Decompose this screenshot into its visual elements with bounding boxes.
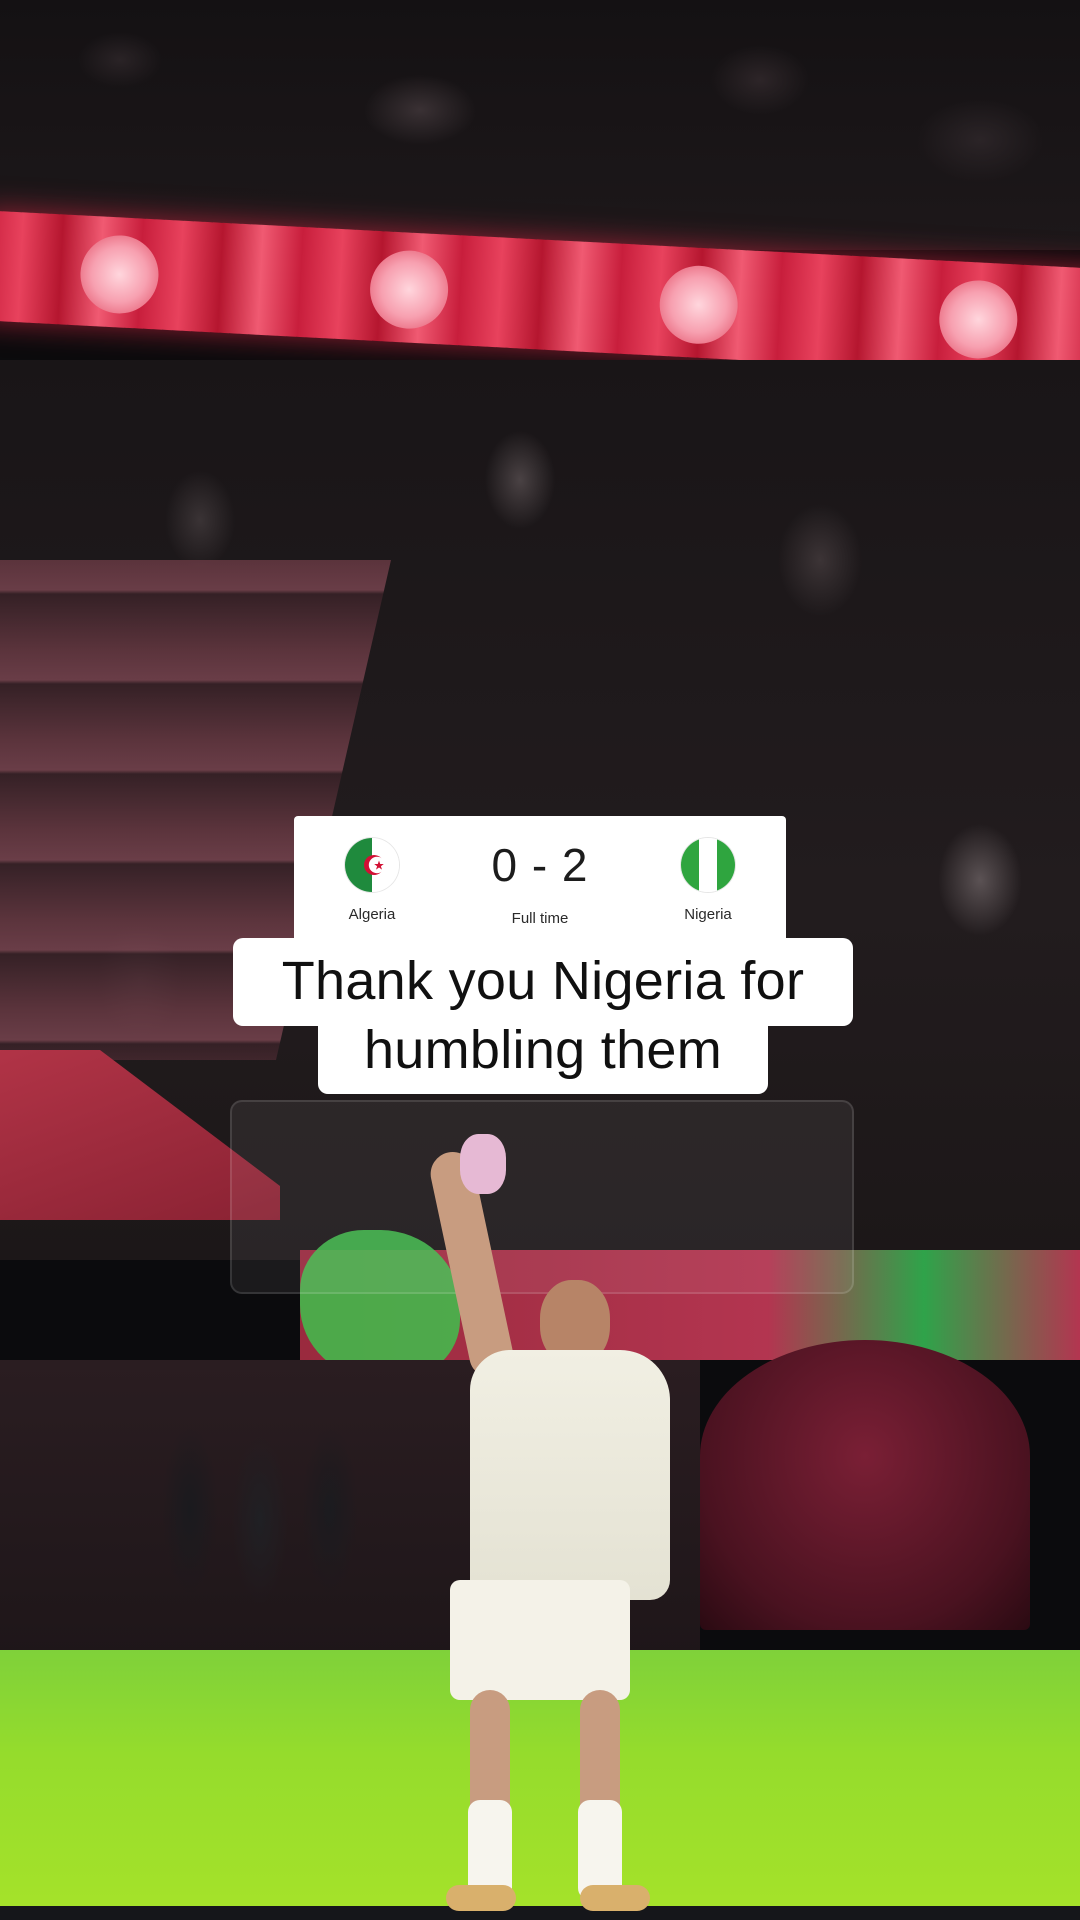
player-shirt <box>470 1350 670 1600</box>
upper-stands-crowd <box>0 0 1080 250</box>
player-hand <box>460 1134 506 1194</box>
match-score: 0 - 2 <box>491 839 589 891</box>
algeria-flag-icon <box>345 838 399 892</box>
home-team: Algeria <box>312 838 432 923</box>
match-status: Full time <box>511 910 569 927</box>
caption-line-1: Thank you Nigeria for <box>233 938 853 1026</box>
led-disc <box>78 233 161 316</box>
player-boot <box>580 1885 650 1911</box>
led-disc <box>937 278 1020 361</box>
led-disc <box>657 263 740 346</box>
led-disc <box>368 248 451 331</box>
player-shorts <box>450 1580 630 1700</box>
video-frame: Algeria 0 - 2 Full time Nigeria Thank yo… <box>0 0 1080 1920</box>
away-team-name: Nigeria <box>684 906 732 923</box>
player-waving <box>426 1134 690 1920</box>
player-boot <box>446 1885 516 1911</box>
away-team: Nigeria <box>648 838 768 923</box>
team-dugout <box>700 1340 1030 1630</box>
nigeria-flag-icon <box>681 838 735 892</box>
caption-line-2: humbling them <box>318 1016 768 1094</box>
score-card: Algeria 0 - 2 Full time Nigeria <box>294 816 786 944</box>
home-team-name: Algeria <box>348 906 396 923</box>
